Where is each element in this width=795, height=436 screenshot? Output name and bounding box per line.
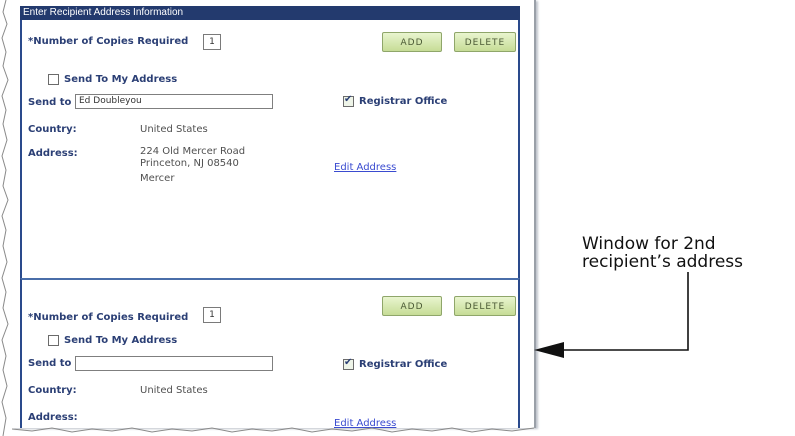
send-to-my-address-checkbox[interactable] bbox=[48, 74, 59, 85]
copies-input[interactable]: 1 bbox=[203, 34, 221, 50]
send-to-label: Send to bbox=[28, 358, 72, 369]
registrar-office-checkbox[interactable] bbox=[343, 94, 354, 107]
delete-button[interactable]: DELETE bbox=[454, 296, 516, 316]
country-value: United States bbox=[140, 124, 208, 135]
add-button[interactable]: ADD bbox=[382, 32, 442, 52]
send-to-input[interactable]: Ed Doubleyou bbox=[75, 94, 273, 109]
edit-address-link[interactable]: Edit Address bbox=[334, 162, 396, 173]
section-header: Enter Recipient Address Information bbox=[20, 6, 520, 20]
send-to-my-address-label: Send To My Address bbox=[64, 74, 178, 85]
address-line-3: Mercer bbox=[140, 173, 175, 184]
recipient-1-panel: *Number of Copies Required 1 ADD DELETE … bbox=[20, 20, 520, 278]
address-line-2: Princeton, NJ 08540 bbox=[140, 158, 239, 169]
callout-line-1: Window for 2nd bbox=[582, 234, 716, 254]
registrar-office-checkbox[interactable] bbox=[343, 357, 354, 370]
send-to-input[interactable] bbox=[75, 356, 273, 371]
torn-edge-bottom bbox=[12, 427, 534, 433]
registrar-office-label: Registrar Office bbox=[359, 96, 448, 107]
country-label: Country: bbox=[28, 385, 77, 396]
country-label: Country: bbox=[28, 124, 77, 135]
callout-line-2: recipient’s address bbox=[582, 252, 744, 272]
delete-button[interactable]: DELETE bbox=[454, 32, 516, 52]
address-label: Address: bbox=[28, 148, 78, 159]
send-to-my-address-checkbox[interactable] bbox=[48, 335, 59, 346]
address-line-1: 224 Old Mercer Road bbox=[140, 146, 246, 157]
arrow-head-icon bbox=[534, 342, 564, 358]
send-to-my-address-label: Send To My Address bbox=[64, 335, 178, 346]
recipient-2-panel: *Number of Copies Required 1 ADD DELETE … bbox=[20, 278, 520, 429]
copies-label: *Number of Copies Required bbox=[28, 312, 189, 323]
send-to-label: Send to bbox=[28, 97, 72, 108]
address-label: Address: bbox=[28, 412, 78, 423]
copies-input[interactable]: 1 bbox=[203, 307, 221, 323]
country-value: United States bbox=[140, 385, 208, 396]
callout-text: Window for 2nd recipient’s address bbox=[582, 235, 792, 271]
add-button[interactable]: ADD bbox=[382, 296, 442, 316]
callout-arrow bbox=[534, 272, 689, 358]
registrar-office-label: Registrar Office bbox=[359, 359, 448, 370]
torn-edge-left bbox=[1, 0, 9, 436]
copies-label: *Number of Copies Required bbox=[28, 36, 189, 47]
